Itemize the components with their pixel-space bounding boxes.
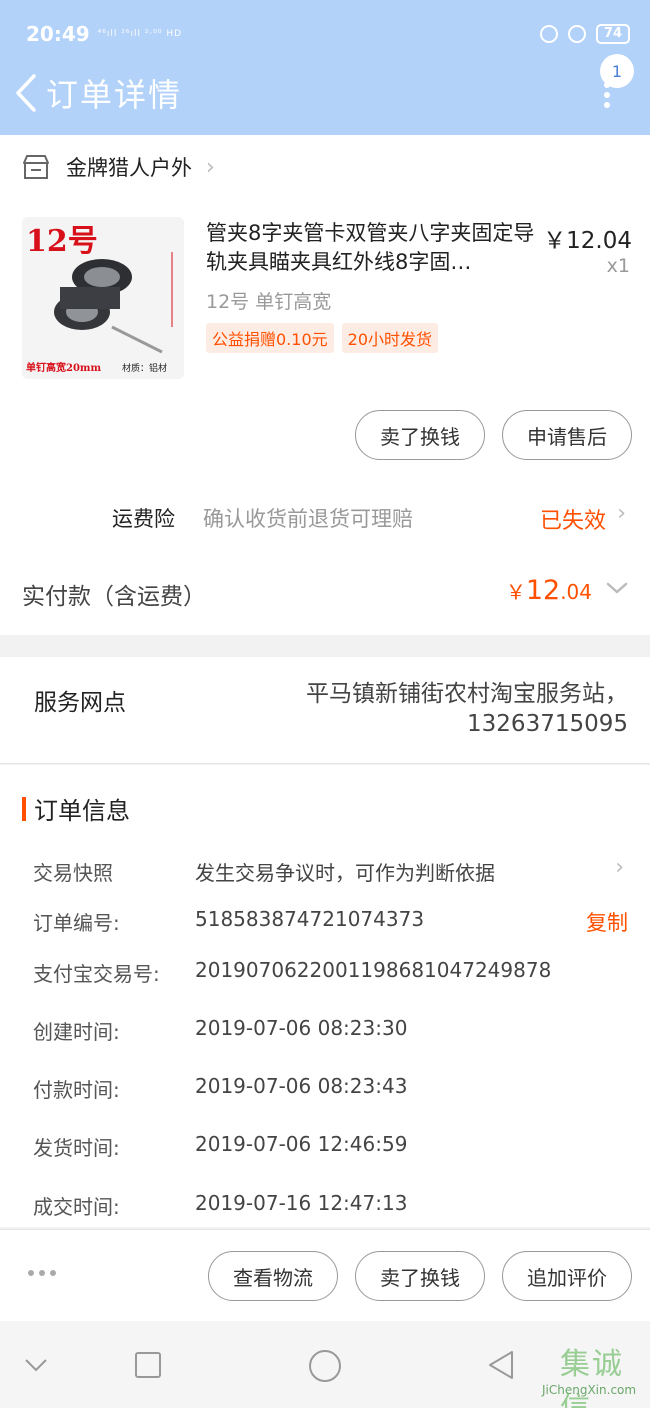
payment-currency: ￥ — [505, 580, 526, 604]
info-row-snapshot[interactable]: 交易快照 发生交易争议时，可作为判断依据 › — [0, 853, 650, 887]
info-key: 支付宝交易号: — [33, 962, 160, 986]
recent-apps-icon[interactable] — [134, 1351, 162, 1379]
copy-button[interactable]: 复制 — [586, 907, 628, 937]
service-phone: 13263715095 — [467, 711, 628, 737]
bottom-action-bar: 查看物流 卖了换钱 追加评价 — [0, 1229, 650, 1321]
page-title: 订单详情 — [46, 76, 183, 114]
info-row-order-number: 订单编号: 518583874721074373 复制 — [0, 903, 650, 937]
system-nav-bar: 集诚信 JiChengXin.com — [0, 1321, 650, 1408]
status-bar: 20:49 ⁴⁶ıll ²⁶ıll ²·⁰⁰ HD 74 — [26, 20, 630, 48]
info-key: 发货时间: — [33, 1136, 120, 1160]
service-point-section: 服务网点 平马镇新铺街农村淘宝服务站， 13263715095 — [0, 657, 650, 764]
chevron-down-icon — [606, 582, 628, 594]
sell-item-button[interactable]: 卖了换钱 — [355, 410, 485, 460]
chevron-right-icon: › — [615, 855, 624, 880]
insurance-status: 已失效 — [539, 509, 606, 534]
product-sku: 12号 单钉高宽 — [206, 291, 332, 313]
info-value: 2019070622001198681047249878 — [195, 958, 552, 982]
product-price: ￥12.04 — [543, 228, 632, 254]
info-value: 2019-07-16 12:47:13 — [195, 1191, 408, 1215]
info-value: 发生交易争议时，可作为判断依据 — [195, 861, 495, 885]
service-label: 服务网点 — [34, 690, 126, 716]
lock-icon — [539, 25, 558, 43]
sell-button[interactable]: 卖了换钱 — [355, 1251, 485, 1301]
product-image[interactable]: 12号 单钉高宽20mm 材质：铝材 — [22, 217, 184, 379]
payment-amount: ￥12.04 — [506, 575, 592, 606]
service-value: 平马镇新铺街农村淘宝服务站， 13263715095 — [208, 679, 628, 739]
status-time: 20:49 — [26, 22, 90, 46]
more-icon[interactable] — [604, 82, 612, 112]
back-icon[interactable] — [6, 62, 46, 124]
chevron-right-icon: › — [206, 154, 215, 180]
info-value: 518583874721074373 — [195, 907, 425, 931]
payment-label: 实付款（含运费） — [22, 584, 206, 610]
info-row-alipay-number: 支付宝交易号: 2019070622001198681047249878 — [0, 954, 650, 988]
info-row-completed: 成交时间: 2019-07-16 12:47:13 — [0, 1187, 650, 1221]
chevron-right-icon: › — [617, 501, 626, 526]
product-title[interactable]: 管夹8字夹管卡双管夹八字夹固定导轨夹具瞄夹具红外线8字固… — [206, 219, 536, 277]
tag-donation: 公益捐赠0.10元 — [206, 323, 334, 353]
more-actions-icon[interactable] — [28, 1270, 56, 1276]
info-key: 订单编号: — [33, 911, 120, 935]
product-size-label: 12号 — [26, 224, 98, 259]
info-row-paid: 付款时间: 2019-07-06 08:23:43 — [0, 1070, 650, 1104]
image-caption-right: 材质：铝材 — [122, 362, 167, 374]
top-bar: 20:49 ⁴⁶ıll ²⁶ıll ²·⁰⁰ HD 74 订单详情 1 — [0, 0, 650, 135]
info-key: 成交时间: — [33, 1195, 120, 1219]
insurance-description: 确认收货前退货可理赔 — [203, 507, 413, 531]
order-item-card: 金牌猎人户外 › 12号 单钉高宽20mm 材质：铝材 管夹8字夹管卡双管夹八字… — [0, 135, 650, 635]
order-info-header: 订单信息 — [22, 791, 130, 826]
info-value: 2019-07-06 08:23:43 — [195, 1074, 408, 1098]
after-sale-button[interactable]: 申请售后 — [502, 410, 632, 460]
info-row-shipped: 发货时间: 2019-07-06 12:46:59 — [0, 1128, 650, 1162]
info-key: 创建时间: — [33, 1020, 120, 1044]
battery-indicator: 74 — [595, 24, 630, 44]
info-value: 2019-07-06 08:23:30 — [195, 1016, 408, 1040]
payment-amount-integer: 12 — [525, 575, 561, 606]
shipping-insurance-row[interactable]: 运费险 确认收货前退货可理赔 已失效 › — [0, 497, 650, 537]
payment-amount-decimal: .04 — [560, 580, 592, 604]
order-info-title: 订单信息 — [34, 797, 130, 825]
image-caption-left: 单钉高宽20mm — [26, 361, 101, 374]
info-key: 交易快照 — [33, 861, 113, 885]
info-key: 付款时间: — [33, 1078, 120, 1102]
chevron-down-icon[interactable] — [24, 1357, 48, 1373]
insurance-label: 运费险 — [112, 507, 175, 531]
view-logistics-button[interactable]: 查看物流 — [208, 1251, 338, 1301]
back-nav-icon[interactable] — [486, 1349, 516, 1381]
watermark-main: 集诚信 — [560, 1347, 624, 1408]
home-icon[interactable] — [307, 1348, 343, 1384]
service-name: 平马镇新铺街农村淘宝服务站， — [306, 681, 628, 707]
shop-row[interactable]: 金牌猎人户外 › — [22, 153, 628, 181]
shop-name: 金牌猎人户外 — [66, 156, 192, 180]
add-review-button[interactable]: 追加评价 — [502, 1251, 632, 1301]
payment-row[interactable]: 实付款（含运费） ￥12.04 — [0, 573, 650, 617]
alarm-icon — [567, 25, 586, 43]
info-row-created: 创建时间: 2019-07-06 08:23:30 — [0, 1012, 650, 1046]
info-value: 2019-07-06 12:46:59 — [195, 1132, 408, 1156]
title-bar: 订单详情 1 — [0, 54, 650, 124]
tag-shipping: 20小时发货 — [341, 323, 439, 353]
section-accent-bar — [22, 796, 26, 821]
watermark: 集诚信 JiChengXin.com — [532, 1339, 642, 1408]
product-quantity: x1 — [606, 255, 630, 277]
store-icon — [23, 155, 49, 179]
product-tags: 公益捐赠0.10元 20小时发货 — [206, 323, 439, 353]
order-info-section: 订单信息 交易快照 发生交易争议时，可作为判断依据 › 订单编号: 518583… — [0, 765, 650, 1227]
watermark-sub: JiChengXin.com — [542, 1383, 637, 1397]
signal-indicator: ⁴⁶ıll ²⁶ıll ²·⁰⁰ HD — [97, 29, 183, 39]
